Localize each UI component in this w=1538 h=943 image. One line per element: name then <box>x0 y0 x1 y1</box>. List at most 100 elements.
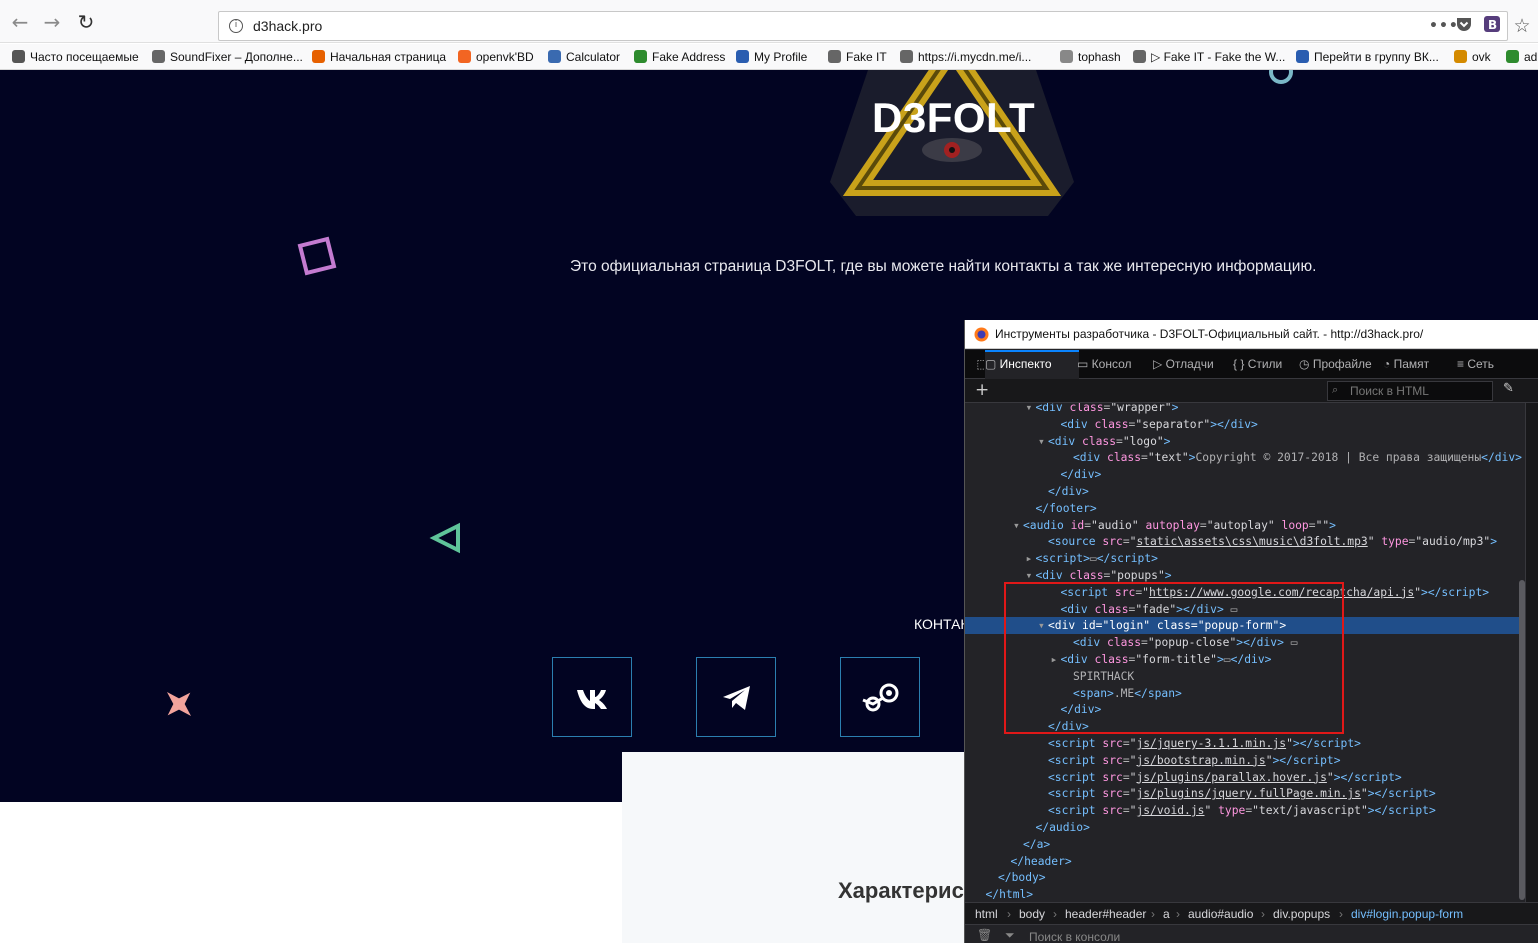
markup-line[interactable]: <div class="separator"></div> <box>965 416 1523 433</box>
bookmark-item[interactable]: ovk <box>1454 48 1491 66</box>
markup-line-content: <div class="popups"> <box>1035 569 1172 582</box>
breadcrumb-item[interactable]: div#login.popup-form <box>1351 903 1463 925</box>
bookmark-item[interactable]: Начальная страница <box>312 48 446 66</box>
add-node-icon[interactable]: + <box>975 379 989 401</box>
devtools-tab[interactable]: ◔ Памят <box>1383 350 1459 379</box>
devtools-titlebar: Инструменты разработчика - D3FOLT-Официа… <box>965 320 1538 349</box>
steam-icon <box>862 683 899 712</box>
markup-line-content: </body> <box>998 871 1046 885</box>
devtools-tab[interactable]: ◷ Профайле <box>1299 350 1385 379</box>
info-icon[interactable]: i <box>229 19 243 33</box>
markup-line[interactable]: </audio> <box>965 819 1523 836</box>
bookmark-label: https://i.mycdn.me/i... <box>918 50 1032 64</box>
svg-text:B: B <box>1488 18 1497 32</box>
star-icon[interactable]: ☆ <box>1510 14 1534 38</box>
markup-line[interactable]: <script src="js/plugins/jquery.fullPage.… <box>965 785 1523 802</box>
bookmark-item[interactable]: Calculator <box>548 48 620 66</box>
bootstrap-extension-icon[interactable]: B <box>1483 15 1501 37</box>
features-card <box>622 752 982 943</box>
markup-line[interactable]: </html> <box>965 886 1523 903</box>
expand-toggle-icon[interactable]: ▸ <box>1026 550 1036 567</box>
bookmark-item[interactable]: https://i.mycdn.me/i... <box>900 48 1031 66</box>
telegram-link[interactable] <box>696 657 776 737</box>
markup-line[interactable]: <div class="text">Copyright © 2017-2018 … <box>965 449 1523 466</box>
markup-line-content: <script>▭</script> <box>1035 552 1158 566</box>
expand-toggle-icon[interactable]: ▾ <box>1013 517 1023 534</box>
bookmark-item[interactable]: openvk'BD <box>458 48 534 66</box>
markup-line-content: </a> <box>1023 837 1051 851</box>
bookmark-label: ▷ Fake IT - Fake the W... <box>1151 50 1286 64</box>
bookmark-item[interactable]: ad <box>1506 48 1537 66</box>
gear-icon <box>12 50 25 63</box>
url-bar[interactable]: i d3hack.pro ••• B <box>218 11 1508 41</box>
bookmark-item[interactable]: Перейти в группу ВК... <box>1296 48 1439 66</box>
markup-line-content: <script src="js/void.js" type="text/java… <box>1048 804 1436 818</box>
back-button[interactable]: ← <box>8 10 32 34</box>
devtools-tab[interactable]: { } Стили <box>1233 350 1307 379</box>
devtools-tab[interactable]: ▭ Консол <box>1077 350 1163 379</box>
pocket-icon[interactable] <box>1455 15 1473 37</box>
markup-line[interactable]: </body> <box>965 869 1523 886</box>
markup-line[interactable]: ▾ <audio id="audio" autoplay="autoplay" l… <box>965 517 1523 534</box>
square-shape-icon <box>297 236 337 276</box>
bookmark-item[interactable]: Часто посещаемые <box>12 48 139 66</box>
console-search-input[interactable]: Поиск в консоли <box>1029 925 1120 943</box>
breadcrumb-item[interactable]: a <box>1163 903 1170 925</box>
bookmark-item[interactable]: Fake Address <box>634 48 725 66</box>
markup-line[interactable]: <script src="js/jquery-3.1.1.min.js"></s… <box>965 735 1523 752</box>
bookmark-item[interactable]: My Profile <box>736 48 807 66</box>
markup-line[interactable]: </footer> <box>965 500 1523 517</box>
devtools-title: Инструменты разработчика - D3FOLT-Официа… <box>995 327 1424 341</box>
markup-line[interactable]: <source src="static\assets\css\music\d3f… <box>965 533 1523 550</box>
reload-button[interactable]: ↻ <box>74 10 98 34</box>
markup-line-content: <div class="wrapper"> <box>1035 403 1179 414</box>
html-search-input[interactable]: Поиск в HTML <box>1327 381 1493 401</box>
markup-line[interactable]: <script src="js/plugins/parallax.hover.j… <box>965 769 1523 786</box>
markup-line[interactable]: <script src="js/bootstrap.min.js"></scri… <box>965 752 1523 769</box>
breadcrumb-item[interactable]: header#header <box>1065 903 1146 925</box>
bookmark-item[interactable]: Fake IT <box>828 48 887 66</box>
trash-icon[interactable]: 🗑 <box>977 923 992 943</box>
markup-line[interactable]: ▸ <script>▭</script> <box>965 550 1523 567</box>
devtools-tab[interactable]: ▢ Инспекто <box>985 350 1079 379</box>
console-input-bar: 🗑 ⏷ Поиск в консоли <box>965 924 1538 943</box>
bookmark-item[interactable]: ▷ Fake IT - Fake the W... <box>1133 48 1285 66</box>
highlight-annotation-box <box>1004 582 1344 734</box>
markup-line[interactable]: </div> <box>965 466 1523 483</box>
bookmark-label: openvk'BD <box>476 50 534 64</box>
chevron-right-icon: › <box>1151 907 1155 921</box>
bookmark-label: ad <box>1524 50 1538 64</box>
breadcrumb-item[interactable]: html <box>975 903 998 925</box>
globe-icon <box>152 50 165 63</box>
forward-button[interactable]: → <box>40 10 64 34</box>
devtools-tab[interactable]: ▷ Отладчи <box>1153 350 1239 379</box>
markup-line[interactable]: </div> <box>965 483 1523 500</box>
bookmark-item[interactable]: SoundFixer – Дополне... <box>152 48 303 66</box>
vk-link[interactable] <box>552 657 632 737</box>
chevron-right-icon: › <box>1007 907 1011 921</box>
eyedropper-icon[interactable]: ✎ <box>1503 381 1514 396</box>
globe-icon <box>900 50 913 63</box>
markup-line[interactable]: ▾ <div class="wrapper"> <box>965 403 1523 416</box>
markup-line[interactable]: ▾ <div class="logo"> <box>965 433 1523 450</box>
markup-line-content: </header> <box>1010 854 1072 868</box>
rules-side-panel <box>1525 403 1538 905</box>
breadcrumb-item[interactable]: div.popups <box>1273 903 1330 925</box>
devtools-tab-label: Сеть <box>1467 357 1495 371</box>
steam-link[interactable] <box>840 657 920 737</box>
bookmark-item[interactable]: tophash <box>1060 48 1121 66</box>
breadcrumb-item[interactable]: body <box>1019 903 1045 925</box>
devtools-tab-label: Профайле <box>1312 357 1372 371</box>
filter-icon[interactable]: ⏷ <box>1005 923 1015 943</box>
expand-toggle-icon[interactable]: ▾ <box>1038 433 1048 450</box>
markup-line[interactable]: </header> <box>965 853 1523 870</box>
breadcrumb-item[interactable]: audio#audio <box>1188 903 1253 925</box>
expand-toggle-icon[interactable]: ▾ <box>1026 403 1036 416</box>
markup-line[interactable]: </a> <box>965 836 1523 853</box>
url-text[interactable]: d3hack.pro <box>253 18 322 34</box>
bookmark-label: Calculator <box>566 50 621 64</box>
markup-line-content: <audio id="audio" autoplay="autoplay" lo… <box>1023 518 1336 532</box>
chevron-right-icon: › <box>1261 907 1265 921</box>
markup-line[interactable]: <script src="js/void.js" type="text/java… <box>965 802 1523 819</box>
devtools-tab[interactable]: ≡ Сеть <box>1457 350 1527 379</box>
